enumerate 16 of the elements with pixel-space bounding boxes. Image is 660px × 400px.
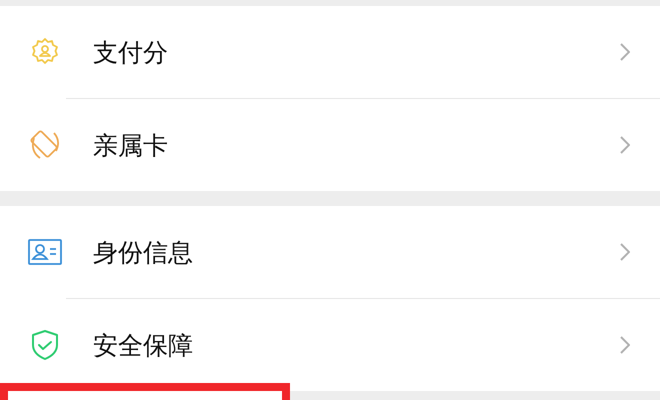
menu-label: 身份信息	[93, 236, 194, 268]
id-card-icon	[28, 239, 62, 265]
menu-label: 支付分	[93, 36, 169, 68]
chevron-right-icon	[620, 136, 630, 154]
badge-person-icon	[30, 37, 60, 67]
shield-check-icon	[31, 329, 59, 361]
menu-item[interactable]: 支付分	[0, 6, 660, 98]
menu-item[interactable]: 安全保障	[0, 299, 660, 391]
chevron-right-icon	[620, 336, 630, 354]
menu-item[interactable]: 身份信息	[0, 206, 660, 298]
card-loop-icon	[28, 129, 62, 161]
menu-item[interactable]: 亲属卡	[0, 99, 660, 191]
menu-label: 安全保障	[93, 330, 194, 362]
chevron-right-icon	[620, 43, 630, 61]
menu-label: 亲属卡	[93, 130, 169, 162]
chevron-right-icon	[620, 243, 630, 261]
